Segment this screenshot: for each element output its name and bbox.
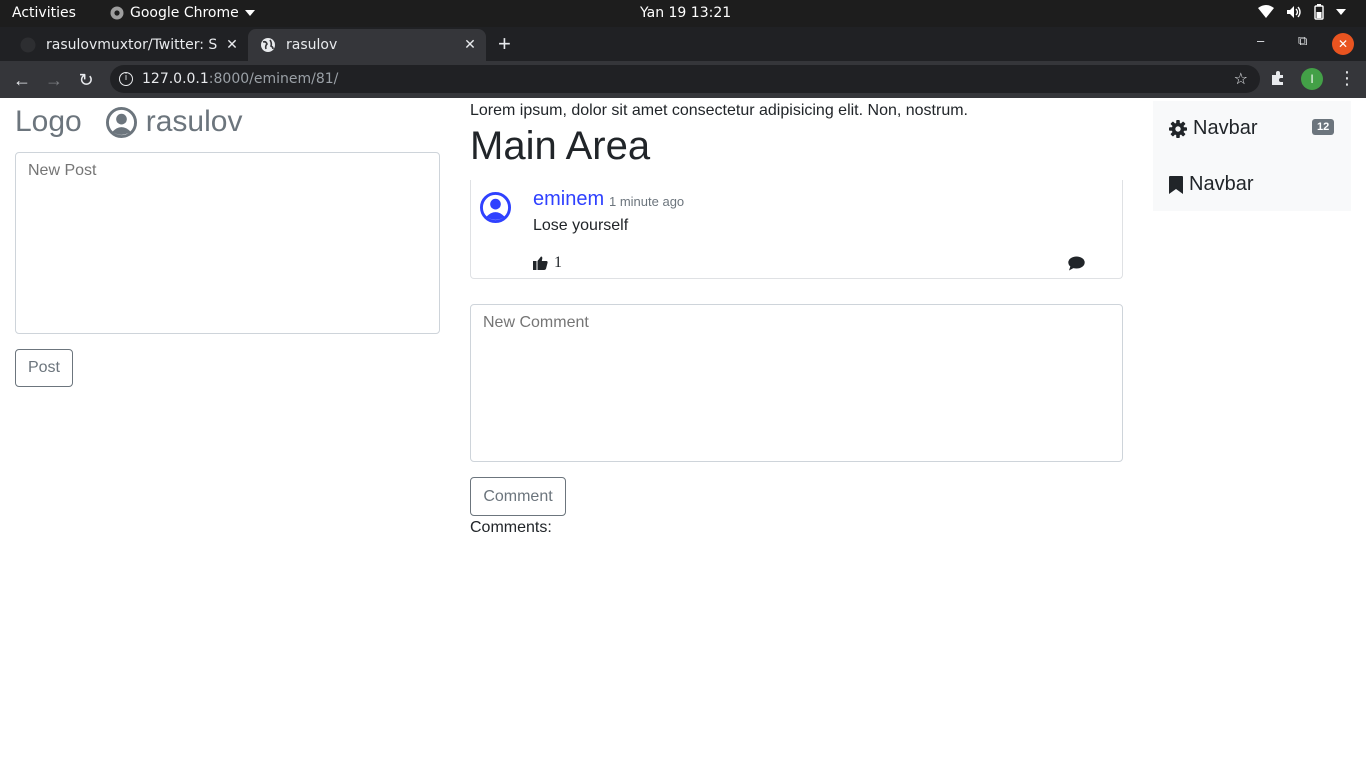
url-path: :8000/eminem/81/ bbox=[208, 71, 339, 87]
sidenav-item-bookmarks[interactable]: Navbar bbox=[1169, 173, 1253, 196]
sidenav-item-label: Navbar bbox=[1193, 117, 1258, 139]
minimize-icon[interactable]: – bbox=[1257, 33, 1264, 48]
forward-arrow-icon[interactable]: → bbox=[44, 70, 64, 90]
lead-text: Lorem ipsum, dolor sit amet consectetur … bbox=[470, 102, 968, 119]
sidenav-item-label: Navbar bbox=[1189, 173, 1254, 195]
app-menu[interactable]: Google Chrome bbox=[110, 5, 255, 21]
bookmark-star-icon[interactable]: ☆ bbox=[1234, 69, 1248, 88]
comments-label: Comments: bbox=[470, 519, 552, 536]
new-comment-textarea[interactable] bbox=[470, 304, 1123, 462]
bookmark-icon bbox=[1169, 175, 1183, 194]
gear-icon bbox=[1169, 119, 1187, 138]
wifi-icon bbox=[1258, 5, 1274, 18]
like-count: 1 bbox=[554, 254, 562, 271]
url-host: 127.0.0.1 bbox=[142, 71, 209, 87]
page-title: Main Area bbox=[470, 124, 651, 168]
github-icon bbox=[20, 37, 36, 53]
post-card: eminem 1 minute ago Lose yourself 1 bbox=[470, 180, 1123, 279]
activities-button[interactable]: Activities bbox=[12, 5, 76, 21]
web-page: Logo rasulov Post Lorem ipsum, dolor sit… bbox=[0, 98, 1366, 768]
tab-github[interactable]: rasulovmuxtor/Twitter: S ✕ bbox=[8, 29, 248, 61]
caret-down-icon bbox=[244, 10, 255, 16]
profile-avatar[interactable]: I bbox=[1301, 68, 1323, 90]
current-user[interactable]: rasulov bbox=[105, 105, 243, 139]
navbar-brand: Logo rasulov bbox=[15, 105, 242, 139]
site-info-icon[interactable]: i bbox=[119, 72, 133, 86]
volume-icon bbox=[1287, 6, 1301, 18]
back-arrow-icon[interactable]: ← bbox=[12, 70, 32, 90]
new-tab-button[interactable]: + bbox=[498, 33, 511, 55]
address-bar[interactable]: i 127.0.0.1:8000/eminem/81/ ☆ bbox=[110, 65, 1260, 93]
close-tab-icon[interactable]: ✕ bbox=[222, 37, 242, 53]
caret-down-icon bbox=[1336, 9, 1346, 15]
reload-icon[interactable]: ↻ bbox=[76, 70, 96, 90]
extensions-puzzle-icon[interactable] bbox=[1270, 70, 1286, 91]
post-timestamp: 1 minute ago bbox=[609, 194, 685, 209]
comment-icon[interactable] bbox=[1068, 256, 1085, 271]
post-author-link[interactable]: eminem bbox=[533, 188, 604, 211]
tab-strip: rasulovmuxtor/Twitter: S ✕ rasulov ✕ + –… bbox=[0, 27, 1366, 61]
sidenav-item-settings[interactable]: Navbar bbox=[1169, 117, 1257, 140]
thumbs-up-icon bbox=[533, 256, 548, 270]
brand-logo[interactable]: Logo bbox=[15, 105, 82, 139]
app-menu-label: Google Chrome bbox=[130, 5, 239, 21]
close-tab-icon[interactable]: ✕ bbox=[460, 37, 480, 53]
tab-title: rasulovmuxtor/Twitter: S bbox=[46, 37, 218, 53]
tab-title: rasulov bbox=[286, 37, 338, 53]
system-tray[interactable] bbox=[1258, 4, 1346, 20]
user-circle-icon bbox=[105, 106, 137, 138]
user-circle-icon bbox=[480, 192, 511, 223]
url-text[interactable]: 127.0.0.1:8000/eminem/81/ bbox=[142, 71, 338, 87]
like-button[interactable]: 1 bbox=[533, 254, 562, 272]
battery-icon bbox=[1314, 4, 1324, 20]
post-text: Lose yourself bbox=[533, 217, 629, 234]
more-menu-icon[interactable]: ⋮ bbox=[1338, 68, 1356, 89]
clock[interactable]: Yan 19 13:21 bbox=[640, 5, 731, 21]
restore-icon[interactable]: ⧉ bbox=[1298, 33, 1307, 49]
chrome-icon bbox=[110, 6, 124, 20]
globe-icon bbox=[261, 38, 275, 52]
close-window-button[interactable]: ✕ bbox=[1332, 33, 1354, 55]
browser-toolbar: ← → ↻ i 127.0.0.1:8000/eminem/81/ ☆ bbox=[0, 61, 1366, 98]
tab-rasulov[interactable]: rasulov ✕ bbox=[248, 29, 486, 61]
new-post-textarea[interactable] bbox=[15, 152, 440, 334]
notification-badge: 12 bbox=[1312, 119, 1335, 135]
system-top-bar: Activities Google Chrome Yan 19 13:21 bbox=[0, 0, 1366, 27]
username: rasulov bbox=[145, 105, 243, 138]
side-navbar: Navbar 12 Navbar bbox=[1153, 101, 1351, 211]
comment-button[interactable]: Comment bbox=[470, 477, 566, 516]
post-button[interactable]: Post bbox=[15, 349, 73, 387]
